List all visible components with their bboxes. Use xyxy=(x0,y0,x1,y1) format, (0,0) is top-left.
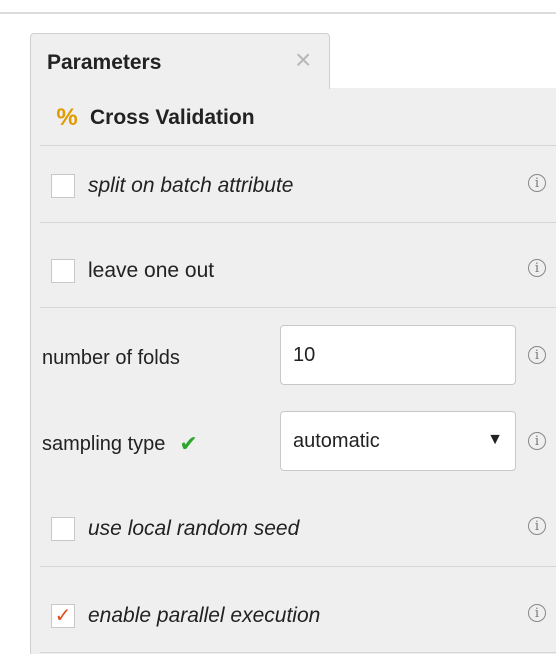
checkmark-icon: ✓ xyxy=(54,605,72,627)
param-leave-one-out: leave one out i xyxy=(40,251,556,291)
divider xyxy=(40,145,556,146)
number-of-folds-input[interactable]: 10 xyxy=(280,325,516,385)
operator-title: Cross Validation xyxy=(90,106,255,129)
info-icon[interactable]: i xyxy=(528,517,546,535)
divider xyxy=(40,307,556,308)
divider xyxy=(40,566,556,567)
percent-icon: % xyxy=(56,104,78,131)
info-icon[interactable]: i xyxy=(528,259,546,277)
split-on-batch-label: split on batch attribute xyxy=(88,174,294,197)
operator-header: % Cross Validation xyxy=(54,103,255,133)
sampling-type-label: sampling type xyxy=(42,432,166,455)
info-icon[interactable]: i xyxy=(528,346,546,364)
dropdown-arrow-icon: ▼ xyxy=(487,431,503,448)
sampling-type-value: automatic xyxy=(293,429,380,452)
info-icon[interactable]: i xyxy=(528,604,546,622)
param-use-local-random-seed: use local random seed i xyxy=(40,509,556,549)
leave-one-out-checkbox[interactable] xyxy=(51,259,75,283)
number-of-folds-label: number of folds xyxy=(42,346,180,369)
param-sampling-type: sampling type ✔ automatic ▼ i xyxy=(40,411,556,471)
enable-parallel-execution-checkbox[interactable]: ✓ xyxy=(51,604,75,628)
close-icon[interactable]: × xyxy=(295,46,311,74)
tab-parameters[interactable]: Parameters × xyxy=(30,33,330,89)
enable-parallel-execution-label: enable parallel execution xyxy=(88,604,321,627)
split-on-batch-checkbox[interactable] xyxy=(51,174,75,198)
use-local-random-seed-checkbox[interactable] xyxy=(51,517,75,541)
param-enable-parallel-execution: ✓ enable parallel execution i xyxy=(40,596,556,636)
divider xyxy=(40,652,556,653)
divider xyxy=(40,222,556,223)
use-local-random-seed-label: use local random seed xyxy=(88,517,300,540)
info-icon[interactable]: i xyxy=(528,432,546,450)
green-check-icon: ✔ xyxy=(179,431,198,456)
leave-one-out-label: leave one out xyxy=(88,259,215,282)
param-split-on-batch: split on batch attribute i xyxy=(40,166,556,206)
info-icon[interactable]: i xyxy=(528,174,546,192)
sampling-type-select[interactable]: automatic ▼ xyxy=(280,411,516,471)
param-number-of-folds: number of folds 10 i xyxy=(40,325,556,385)
window-top-border xyxy=(0,12,556,14)
tab-title: Parameters xyxy=(47,51,162,74)
